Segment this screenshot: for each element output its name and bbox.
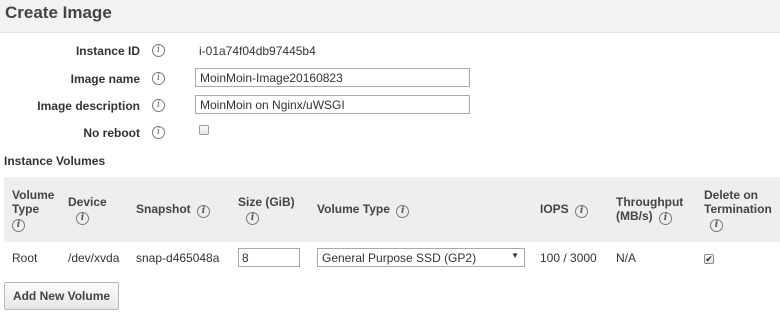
info-icon[interactable]: i [152, 99, 165, 112]
col-snapshot: Snapshot i [128, 177, 230, 242]
cell-device: /dev/xvda [68, 250, 120, 265]
col-vol-type-label: Volume Type [317, 201, 390, 216]
col-size: Size (GiB) i [230, 177, 309, 242]
col-size-label: Size (GiB) [238, 194, 295, 209]
info-icon[interactable]: i [246, 211, 259, 225]
table-header-row: Volume Type i Device i Snapshot i Size (… [4, 177, 780, 242]
no-reboot-checkbox[interactable] [199, 125, 209, 135]
cell-vol-type: General Purpose SSD (GP2) ▼ [309, 242, 532, 273]
col-delete-line1: Delete on [704, 187, 759, 202]
no-reboot-row: No reboot i [0, 122, 780, 144]
cell-delete-on-termination: ✔ [696, 242, 780, 273]
image-description-label: Image description [37, 99, 140, 113]
cell-snapshot: snap-d465048a [136, 250, 220, 265]
col-throughput-line2: (MB/s) [616, 208, 653, 223]
add-new-volume-button[interactable]: Add New Volume [4, 282, 119, 310]
col-volume-type-line2: Type [12, 201, 40, 216]
info-icon[interactable]: i [152, 44, 165, 57]
col-delete-on-termination: Delete on Termination i [696, 177, 780, 242]
instance-id-row: Instance ID i i-01a74f04db97445b4 [0, 40, 780, 62]
instance-id-label: Instance ID [75, 44, 140, 58]
col-volume-type: Volume Type i [4, 177, 60, 242]
info-icon[interactable]: i [76, 211, 89, 225]
table-row: Root /dev/xvda snap-d465048a General Pur… [4, 242, 780, 273]
page-header: Create Image [0, 0, 780, 33]
col-iops-label: IOPS [540, 201, 569, 216]
image-name-input[interactable] [195, 68, 470, 87]
col-device-label: Device [68, 194, 107, 209]
instance-id-value: i-01a74f04db97445b4 [199, 44, 316, 58]
cell-volume-type: Root [12, 250, 38, 265]
info-icon[interactable]: i [197, 204, 211, 218]
col-device: Device i [60, 177, 128, 242]
cell-iops: 100 / 3000 [540, 250, 597, 265]
info-icon[interactable]: i [152, 72, 165, 85]
col-snapshot-label: Snapshot [136, 201, 191, 216]
page-title: Create Image [5, 3, 112, 22]
cell-throughput: N/A [616, 250, 637, 265]
info-icon[interactable]: i [575, 204, 589, 218]
size-input[interactable] [238, 248, 300, 267]
info-icon[interactable]: i [710, 218, 723, 232]
col-volume-type-line1: Volume [12, 187, 55, 202]
col-delete-line2: Termination [704, 201, 772, 216]
dropdown-caret-icon: ▼ [511, 251, 519, 260]
col-volume-type-select: Volume Type i [309, 177, 532, 242]
info-icon[interactable]: i [396, 204, 410, 218]
instance-volumes-title: Instance Volumes [4, 154, 106, 168]
col-throughput: Throughput (MB/s) i [608, 177, 696, 242]
info-icon[interactable]: i [152, 126, 165, 139]
col-throughput-line1: Throughput [616, 194, 684, 209]
volume-type-selected: General Purpose SSD (GP2) [322, 251, 477, 265]
image-description-input[interactable] [195, 95, 470, 114]
info-icon[interactable]: i [659, 211, 673, 225]
col-iops: IOPS i [532, 177, 608, 242]
image-name-row: Image name i [0, 68, 780, 90]
image-description-row: Image description i [0, 95, 780, 117]
image-name-label: Image name [70, 72, 140, 86]
volume-type-select[interactable]: General Purpose SSD (GP2) ▼ [317, 248, 525, 267]
cell-size [230, 242, 309, 273]
info-icon[interactable]: i [12, 218, 25, 232]
delete-on-termination-checkbox[interactable]: ✔ [704, 253, 714, 264]
instance-volumes-table: Volume Type i Device i Snapshot i Size (… [4, 177, 780, 273]
no-reboot-label: No reboot [83, 126, 140, 140]
